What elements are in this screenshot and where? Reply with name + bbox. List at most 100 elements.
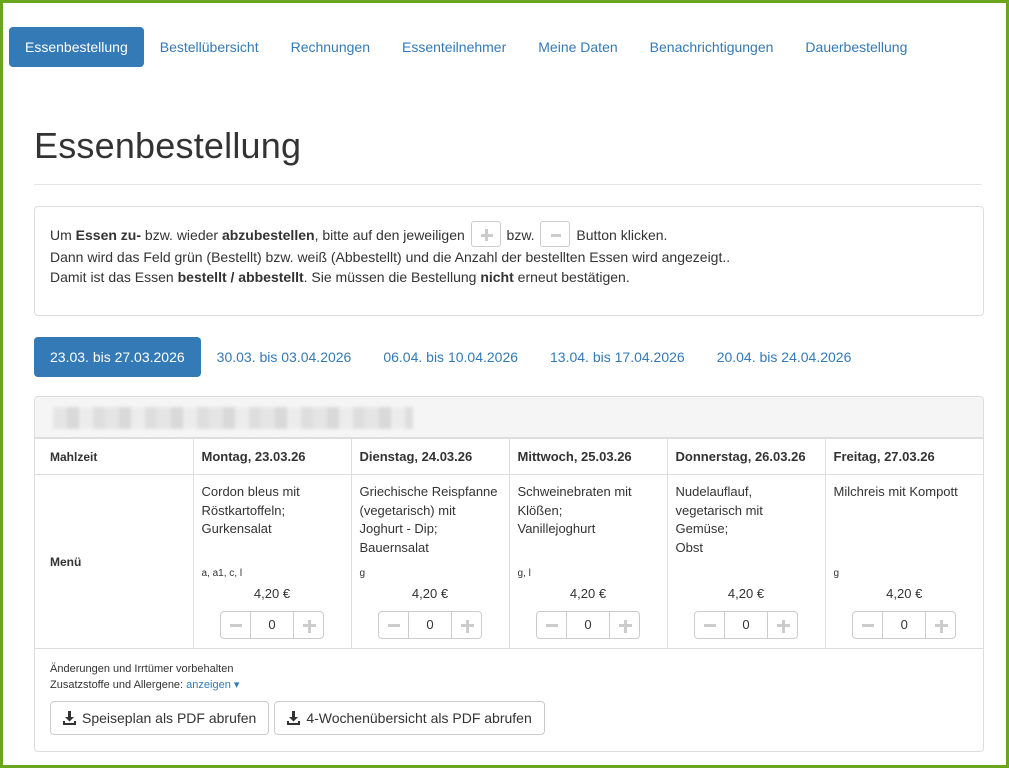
panel-footer: Änderungen und Irrtümer vorbehalten Zusa…: [35, 651, 983, 693]
info-text-bold: bestellt / abbestellt: [177, 269, 304, 286]
download-icon: [63, 711, 76, 725]
pdf-button[interactable]: Speiseplan als PDF abrufen: [50, 701, 270, 735]
decrease-button[interactable]: [536, 611, 567, 639]
minus-icon: [862, 624, 875, 627]
price: 4,20 €: [411, 586, 449, 601]
minus-icon: [388, 624, 400, 627]
day-header: Freitag, 27.03.26: [824, 438, 983, 475]
week-tab-1[interactable]: 23.03. bis 27.03.2026: [34, 337, 201, 377]
quantity-input[interactable]: 0: [251, 611, 293, 639]
plus-icon-vertical: [624, 619, 627, 633]
pdf-button-label: Speiseplan als PDF abrufen: [82, 710, 257, 726]
page-title: Essenbestellung: [34, 125, 302, 166]
decrease-button[interactable]: [220, 611, 251, 639]
info-text: bzw. wieder: [141, 227, 222, 243]
plus-button-example: [470, 221, 501, 248]
plus-icon-vertical: [466, 619, 469, 633]
decrease-button[interactable]: [852, 611, 884, 639]
quantity-stepper: 0: [694, 611, 798, 639]
row-label-menu: Menü: [35, 474, 194, 649]
nav-essenteilnehmer[interactable]: Essenteilnehmer: [386, 27, 522, 67]
minus-icon: [704, 624, 716, 627]
allergen-info: Zusatzstoffe und Allergene: anzeigen ▾: [50, 677, 968, 693]
menu-panel: Mahlzeit Montag, 23.03.26 Dienstag, 24.0…: [34, 396, 984, 752]
info-text: erneut bestätigen.: [513, 269, 630, 286]
info-text: Damit ist das Essen: [50, 269, 178, 286]
info-text: Button klicken.: [572, 227, 668, 243]
week-tab-5[interactable]: 20.04. bis 24.04.2026: [701, 337, 868, 377]
menu-description: Nudelauflauf, vegetarisch mit Gemüse; Ob…: [675, 484, 763, 555]
quantity-stepper: 0: [220, 611, 324, 639]
allergen-codes: a, a1, c, l: [201, 568, 243, 579]
info-text: . Sie müssen die Bestellung: [303, 269, 481, 286]
decrease-button[interactable]: [378, 611, 409, 639]
redacted-name: [53, 407, 413, 429]
increase-button[interactable]: [609, 611, 640, 639]
decrease-button[interactable]: [694, 611, 725, 639]
quantity-input[interactable]: 0: [409, 611, 451, 639]
info-text: Um: [50, 227, 76, 243]
info-text-bold: Essen zu-: [75, 227, 142, 243]
quantity-stepper: 0: [378, 611, 482, 639]
info-line-2: Dann wird das Feld grün (Bestellt) bzw. …: [50, 249, 731, 266]
allergen-show-link[interactable]: anzeigen ▾: [186, 679, 239, 691]
menu-table: Mahlzeit Montag, 23.03.26 Dienstag, 24.0…: [35, 438, 983, 649]
nav-bestelluebersicht[interactable]: Bestellübersicht: [144, 27, 275, 67]
page-frame: Essenbestellung Bestellübersicht Rechnun…: [0, 0, 1009, 768]
menu-description: Griechische Reispfanne (vegetarisch) mit…: [359, 484, 498, 555]
info-line-3: Damit ist das Essen bestellt / abbestell…: [50, 267, 968, 287]
nav-rechnungen[interactable]: Rechnungen: [275, 27, 386, 67]
nav-benachrichtigungen[interactable]: Benachrichtigungen: [634, 27, 790, 67]
column-header-mahlzeit: Mahlzeit: [35, 438, 194, 475]
price: 4,20 €: [727, 586, 765, 601]
week-tab-2[interactable]: 30.03. bis 03.04.2026: [201, 337, 368, 377]
allergen-label: Zusatzstoffe und Allergene:: [50, 679, 187, 691]
day-cell: Cordon bleus mit Röstkartoffeln; Gurkens…: [192, 474, 352, 649]
allergen-codes: g: [359, 568, 366, 579]
quantity-input[interactable]: 0: [567, 611, 609, 639]
panel-heading: [35, 397, 983, 438]
menu-description: Cordon bleus mit Röstkartoffeln; Gurkens…: [201, 484, 300, 536]
plus-icon-vertical: [485, 229, 489, 242]
info-text: , bitte auf den jeweiligen: [314, 227, 469, 243]
minus-icon: [230, 624, 242, 627]
increase-button[interactable]: [451, 611, 482, 639]
plus-icon-vertical: [308, 619, 311, 633]
minus-button-example: [540, 221, 571, 248]
allergen-codes: g, l: [517, 568, 531, 579]
day-cell: Milchreis mit Kompott g 4,20 € 0: [824, 474, 983, 649]
info-box: Um Essen zu- bzw. wieder abzubestellen, …: [34, 206, 984, 316]
plus-icon-vertical: [940, 619, 944, 633]
pdf-buttons: Speiseplan als PDF abrufen 4-Wochenübers…: [50, 701, 550, 735]
increase-button[interactable]: [767, 611, 798, 639]
day-header: Montag, 23.03.26: [192, 438, 352, 475]
download-icon: [287, 711, 301, 725]
increase-button[interactable]: [293, 611, 324, 639]
day-header: Mittwoch, 25.03.26: [508, 438, 668, 475]
increase-button[interactable]: [925, 611, 957, 639]
nav-dauerbestellung[interactable]: Dauerbestellung: [789, 27, 923, 67]
nav-meine-daten[interactable]: Meine Daten: [522, 27, 633, 67]
info-text-bold: nicht: [480, 269, 514, 286]
quantity-input[interactable]: 0: [725, 611, 767, 639]
week-tab-4[interactable]: 13.04. bis 17.04.2026: [534, 337, 701, 377]
allergen-codes: g: [833, 568, 840, 579]
pdf-4weeks-button[interactable]: 4-Wochenübersicht als PDF abrufen: [274, 701, 545, 735]
day-cell: Nudelauflauf, vegetarisch mit Gemüse; Ob…: [666, 474, 826, 649]
title-divider: [34, 184, 982, 185]
price: 4,20 €: [886, 586, 923, 601]
minus-icon: [546, 624, 558, 627]
main-nav: Essenbestellung Bestellübersicht Rechnun…: [9, 27, 923, 67]
week-tab-3[interactable]: 06.04. bis 10.04.2026: [367, 337, 534, 377]
quantity-stepper: 0: [536, 611, 640, 639]
quantity-input[interactable]: 0: [883, 611, 926, 639]
day-cell: Schweinebraten mit Klößen; Vanillejoghur…: [508, 474, 668, 649]
info-text-bold: abzubestellen: [221, 227, 315, 243]
menu-description: Milchreis mit Kompott: [833, 484, 958, 499]
disclaimer-text: Änderungen und Irrtümer vorbehalten: [50, 663, 234, 675]
day-header: Dienstag, 24.03.26: [350, 438, 510, 475]
price: 4,20 €: [569, 586, 607, 601]
nav-essenbestellung[interactable]: Essenbestellung: [9, 27, 144, 67]
pdf-4weeks-button-label: 4-Wochenübersicht als PDF abrufen: [306, 710, 532, 726]
menu-description: Schweinebraten mit Klößen; Vanillejoghur…: [517, 484, 632, 536]
